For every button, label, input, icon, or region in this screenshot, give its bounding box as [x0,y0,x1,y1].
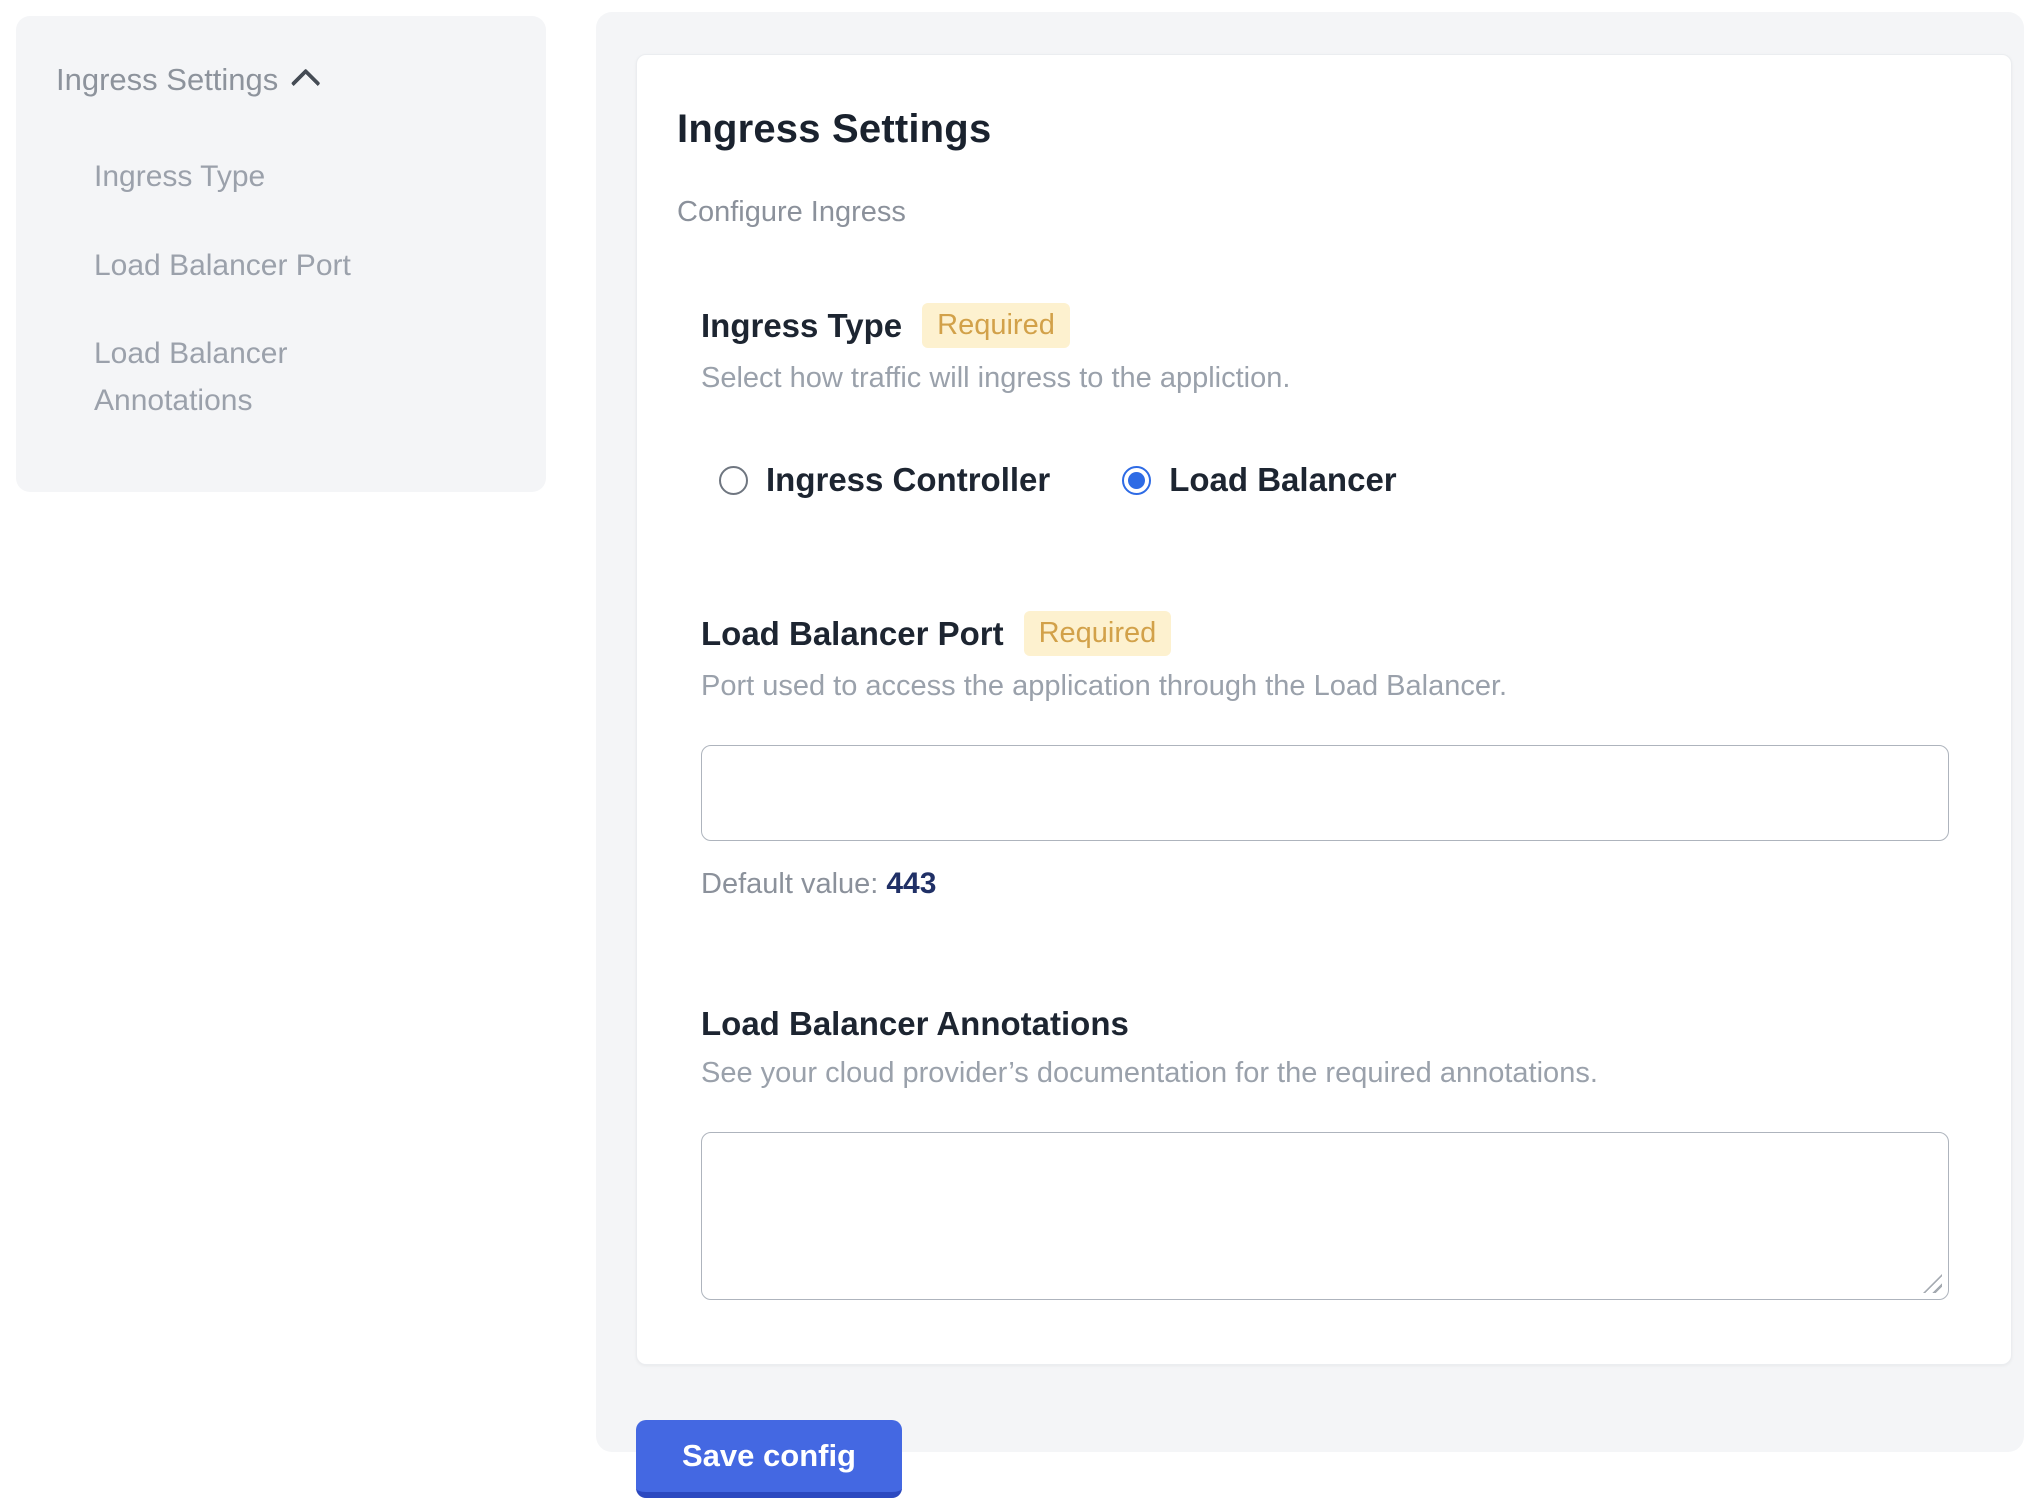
load-balancer-annotations-label: Load Balancer Annotations [701,1005,1129,1043]
load-balancer-port-heading: Load Balancer Port Required [701,611,1949,656]
settings-nav-sidebar: Ingress Settings Ingress Type Load Balan… [16,16,546,492]
load-balancer-annotations-heading: Load Balancer Annotations [701,1005,1949,1043]
page-title: Ingress Settings [677,107,1949,152]
required-badge: Required [922,303,1070,348]
ingress-type-label: Ingress Type [701,307,902,345]
default-value-line: Default value:443 [701,867,1949,901]
radio-label-ingress-controller: Ingress Controller [766,461,1050,499]
load-balancer-port-section: Load Balancer Port Required Port used to… [701,611,1949,901]
ingress-type-description: Select how traffic will ingress to the a… [701,362,1949,395]
sidebar-group-ingress-settings[interactable]: Ingress Settings [56,62,506,98]
load-balancer-port-label: Load Balancer Port [701,615,1004,653]
load-balancer-port-description: Port used to access the application thro… [701,670,1949,703]
save-config-button[interactable]: Save config [636,1420,902,1498]
load-balancer-annotations-section: Load Balancer Annotations See your cloud… [701,1005,1949,1300]
radio-option-ingress-controller[interactable]: Ingress Controller [719,461,1050,499]
ingress-type-heading: Ingress Type Required [701,303,1949,348]
chevron-up-icon [291,68,321,98]
ingress-type-radio-group: Ingress Controller Load Balancer [701,461,1949,499]
sidebar-item-load-balancer-port[interactable]: Load Balancer Port [94,243,404,290]
sidebar-item-list: Ingress Type Load Balancer Port Load Bal… [94,154,506,424]
ingress-settings-card: Ingress Settings Configure Ingress Ingre… [636,54,2012,1365]
load-balancer-annotations-textarea[interactable] [701,1132,1949,1300]
radio-label-load-balancer: Load Balancer [1169,461,1396,499]
load-balancer-port-input[interactable] [701,745,1949,841]
sidebar-group-label: Ingress Settings [56,62,278,98]
annotations-textarea-wrap [701,1132,1949,1300]
required-badge: Required [1024,611,1172,656]
default-value-label: Default value: [701,868,878,900]
radio-unselected-icon[interactable] [719,466,748,495]
page-subtitle: Configure Ingress [677,196,1949,229]
radio-option-load-balancer[interactable]: Load Balancer [1122,461,1396,499]
sidebar-item-ingress-type[interactable]: Ingress Type [94,154,404,201]
load-balancer-annotations-description: See your cloud provider’s documentation … [701,1057,1949,1090]
sidebar-item-load-balancer-annotations[interactable]: Load Balancer Annotations [94,331,404,424]
main-panel: Ingress Settings Configure Ingress Ingre… [596,12,2024,1452]
ingress-type-section: Ingress Type Required Select how traffic… [701,303,1949,499]
default-value-number: 443 [886,867,936,900]
radio-selected-icon[interactable] [1122,466,1151,495]
